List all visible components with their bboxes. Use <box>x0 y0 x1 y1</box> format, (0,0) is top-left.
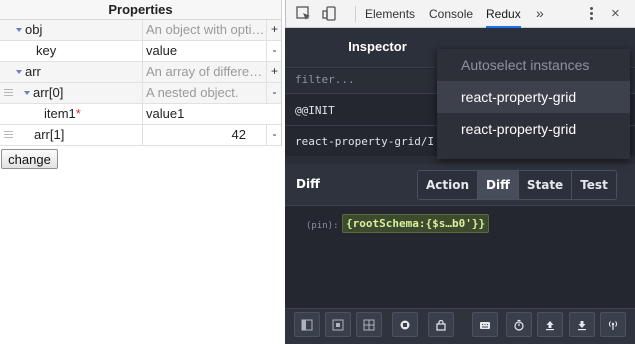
table-row: arr An array of different ... + <box>0 62 281 83</box>
grid-title: Properties <box>0 0 281 20</box>
toolbar-divider <box>355 6 356 22</box>
caret-down-icon[interactable] <box>16 27 22 32</box>
left-dock-icon[interactable] <box>294 312 320 337</box>
monitor-title: Diff <box>296 177 320 191</box>
download-icon[interactable] <box>569 312 595 337</box>
tab-diff[interactable]: Diff <box>478 171 519 199</box>
more-tabs-icon[interactable]: » <box>536 0 544 28</box>
diff-value: {rootSchema:{$s…b0'}} <box>342 214 490 233</box>
monitor-header: Diff Action Diff State Test <box>285 164 635 206</box>
pin-label[interactable]: (pin): <box>306 221 339 231</box>
row-name: key <box>0 41 143 61</box>
add-button[interactable]: + <box>266 20 282 40</box>
add-button[interactable]: + <box>266 62 282 82</box>
remove-button[interactable]: - <box>266 83 282 103</box>
dropdown-item[interactable]: react-property-grid <box>437 113 630 145</box>
caret-down-icon[interactable] <box>24 90 30 95</box>
diff-content: (pin): {rootSchema:{$s…b0'}} <box>285 207 635 308</box>
device-toolbar-icon[interactable] <box>321 5 339 23</box>
monitor-tab-group: Action Diff State Test <box>417 170 617 200</box>
tab-state[interactable]: State <box>518 171 573 199</box>
table-row: key value - <box>0 41 281 62</box>
dropdown-header[interactable]: Autoselect instances <box>437 49 630 81</box>
dropdown-item[interactable]: react-property-grid <box>437 81 630 113</box>
row-name-cell: item1* <box>0 104 143 124</box>
property-grid-panel: Properties obj An object with optio... +… <box>0 0 284 344</box>
filter-placeholder: filter... <box>295 73 355 86</box>
value-input[interactable]: value1 <box>143 104 266 124</box>
remove-button[interactable]: - <box>266 41 282 61</box>
row-description: An object with optio... <box>146 22 266 37</box>
grid-icon[interactable] <box>356 312 382 337</box>
instance-dropdown: Autoselect instances react-property-grid… <box>437 49 630 159</box>
row-name-cell[interactable]: arr[0] <box>0 83 143 103</box>
remove-button[interactable]: - <box>266 125 282 145</box>
bottom-dock-icon[interactable] <box>325 312 351 337</box>
number-input[interactable]: 42 <box>143 125 266 145</box>
kebab-menu-icon[interactable] <box>590 7 594 21</box>
lock-icon[interactable] <box>428 312 454 337</box>
tab-action[interactable]: Action <box>418 171 479 199</box>
close-icon[interactable]: × <box>611 0 620 28</box>
timer-icon[interactable] <box>506 312 532 337</box>
remote-icon[interactable] <box>600 312 626 337</box>
table-row: arr[1] 42 - <box>0 125 281 146</box>
row-description: An array of different ... <box>146 64 266 79</box>
action-name: react-property-grid/I <box>295 135 435 148</box>
required-mark: * <box>75 106 81 121</box>
row-name: arr[0] <box>33 85 64 100</box>
table-row: arr[0] A nested object. - <box>0 83 281 104</box>
keyboard-icon[interactable] <box>472 312 498 337</box>
upload-icon[interactable] <box>537 312 563 337</box>
inspect-element-icon[interactable] <box>295 5 313 23</box>
row-description: A nested object. <box>146 85 239 100</box>
row-name-cell[interactable]: obj <box>0 20 143 40</box>
property-grid: Properties obj An object with optio... +… <box>0 0 282 146</box>
change-button[interactable]: change <box>1 149 58 169</box>
tab-redux[interactable]: Redux <box>486 0 521 28</box>
row-name: obj <box>25 22 43 37</box>
caret-down-icon[interactable] <box>16 69 22 74</box>
row-name-cell[interactable]: arr <box>0 62 143 82</box>
row-name: arr[1] <box>0 125 143 145</box>
row-name: arr <box>25 64 41 79</box>
value-input[interactable]: value <box>143 41 266 61</box>
tab-elements[interactable]: Elements <box>365 0 415 28</box>
table-row: obj An object with optio... + <box>0 20 281 41</box>
devtools-tab-bar: Elements Console Redux » × <box>285 0 635 28</box>
record-icon[interactable] <box>392 312 418 337</box>
table-row: item1* value1 <box>0 104 281 125</box>
tab-test[interactable]: Test <box>572 171 616 199</box>
tab-console[interactable]: Console <box>429 0 473 28</box>
action-name: @@INIT <box>295 104 335 117</box>
row-name: item1 <box>44 106 76 121</box>
devtools-footer <box>285 308 635 344</box>
